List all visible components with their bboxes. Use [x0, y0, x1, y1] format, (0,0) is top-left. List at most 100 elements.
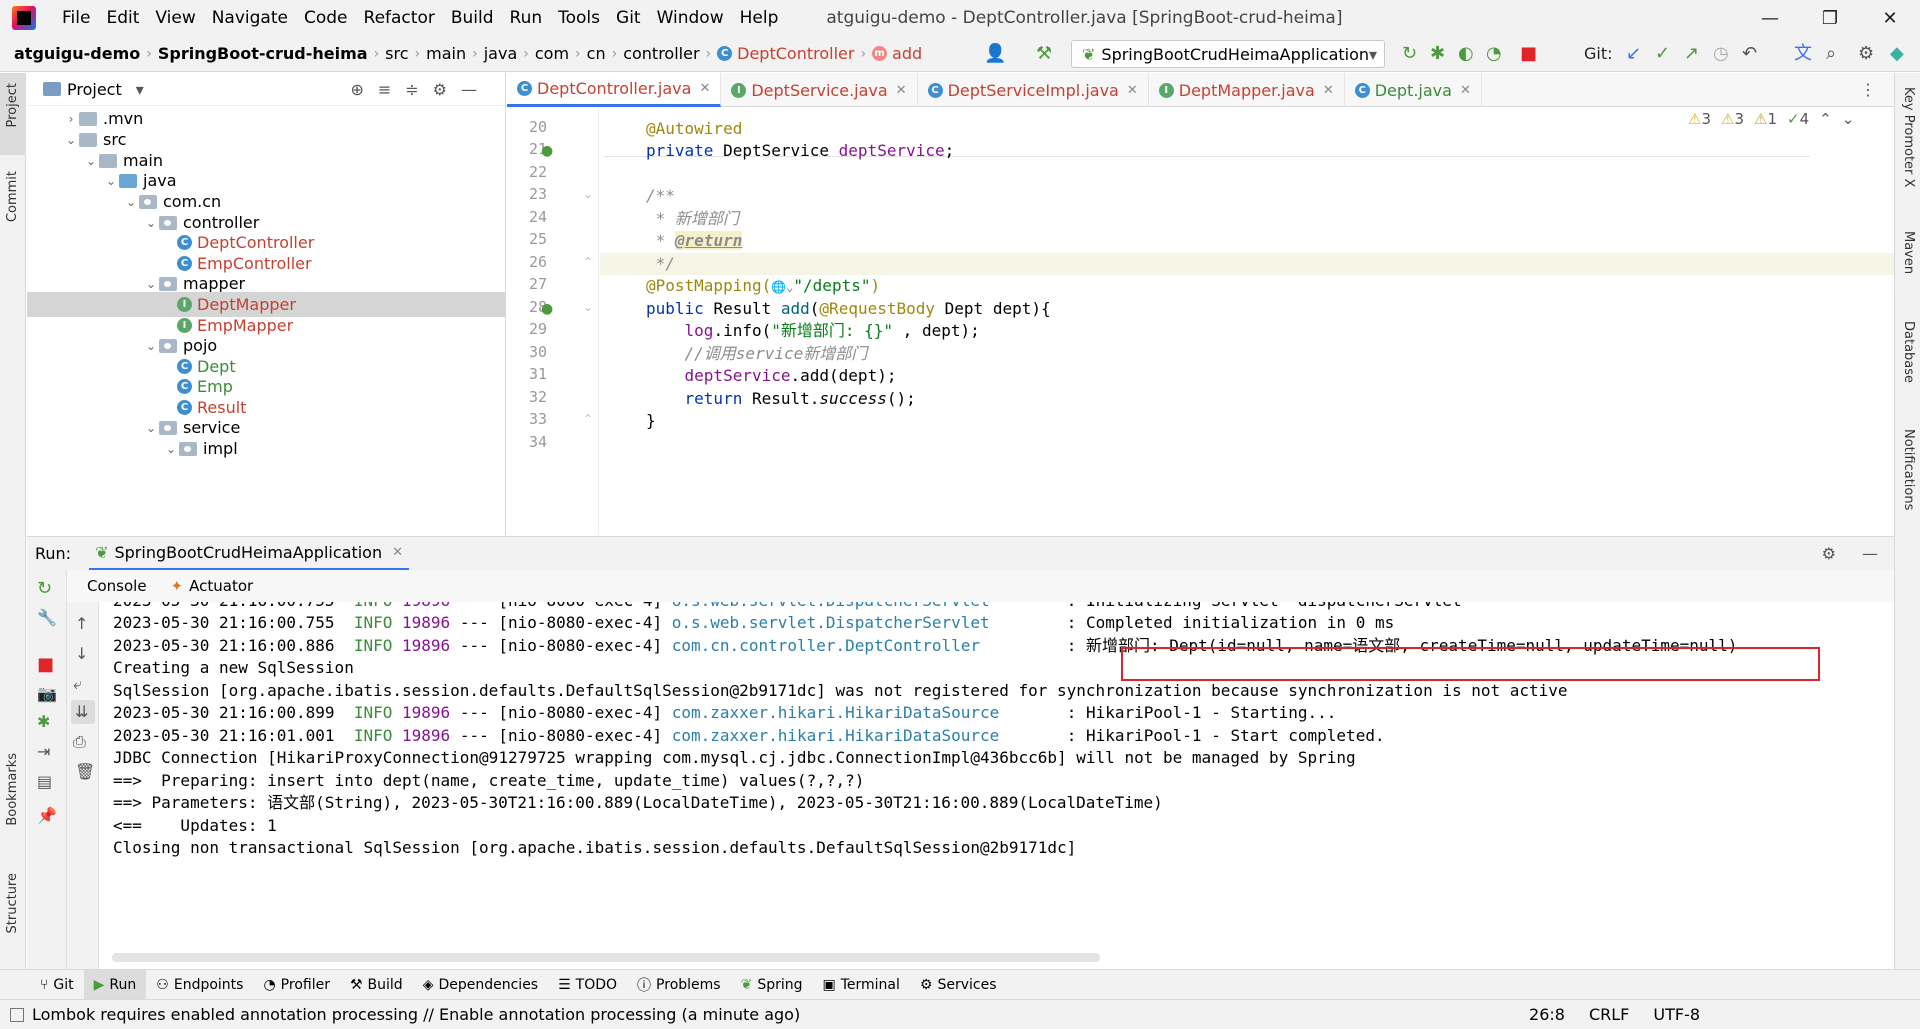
tab-deptmapper[interactable]: I DeptMapper.java ✕	[1149, 73, 1345, 107]
close-tab-icon[interactable]: ✕	[1460, 83, 1471, 98]
fold-icon[interactable]: ⌄	[583, 187, 593, 201]
panel-actions-icons[interactable]: ⊕≡≑⚙—	[350, 80, 491, 99]
tool-endpoints[interactable]: ⚇ Endpoints	[146, 970, 253, 1000]
chevron-down-icon[interactable]: ⌄	[163, 442, 179, 456]
menu-window[interactable]: Window	[649, 8, 732, 28]
arrow-up-icon[interactable]: ↑	[75, 614, 88, 633]
chevron-right-icon[interactable]: ›	[63, 112, 79, 126]
chevron-down-icon[interactable]: ⌄	[143, 277, 159, 291]
tool-run[interactable]: ▶ Run	[83, 969, 147, 1000]
stripe-notifications[interactable]: Notifications	[1901, 429, 1916, 510]
close-tab-icon[interactable]: ✕	[1127, 83, 1138, 98]
translate-icon[interactable]: 文	[1794, 44, 1812, 64]
minimize-icon[interactable]: —	[1740, 8, 1800, 29]
close-tab-icon[interactable]: ✕	[896, 83, 907, 98]
tool-build[interactable]: ⚒ Build	[340, 970, 413, 1000]
close-window-icon[interactable]: ✕	[1860, 8, 1920, 29]
stripe-project[interactable]: Project	[5, 83, 20, 127]
debug-icon[interactable]: ✱	[37, 712, 50, 731]
git-update-icon[interactable]: ↙	[1626, 44, 1641, 64]
chevron-up-icon[interactable]: ⌃	[1819, 110, 1832, 128]
breadcrumb-cn[interactable]: cn	[587, 44, 606, 63]
debug-icon[interactable]: ✱	[1430, 44, 1445, 64]
breadcrumb-method[interactable]: add	[892, 44, 922, 63]
layout-icon[interactable]: ▤	[37, 772, 52, 791]
breadcrumb-java[interactable]: java	[484, 44, 518, 63]
trash-icon[interactable]: 🗑	[75, 762, 95, 781]
close-tab-icon[interactable]: ✕	[392, 545, 403, 560]
menu-view[interactable]: View	[147, 8, 203, 28]
tool-todo[interactable]: ☰ TODO	[548, 970, 627, 1000]
maximize-icon[interactable]: ❐	[1800, 8, 1860, 29]
history-icon[interactable]: ◷	[1713, 44, 1729, 64]
breadcrumb-module[interactable]: SpringBoot-crud-heima	[158, 44, 368, 63]
settings-icon[interactable]: ⚙	[1822, 544, 1836, 563]
tab-actuator[interactable]: Actuator	[189, 577, 253, 595]
chevron-down-icon[interactable]: ⌄	[123, 195, 139, 209]
menu-git[interactable]: Git	[608, 8, 649, 28]
stripe-database[interactable]: Database	[1901, 321, 1916, 383]
stripe-key-promoter[interactable]: Key Promoter X	[1901, 87, 1916, 187]
chevron-down-icon[interactable]: ⌄	[143, 421, 159, 435]
tool-services[interactable]: ⚙ Services	[910, 970, 1007, 1000]
menu-help[interactable]: Help	[732, 8, 787, 28]
tool-spring[interactable]: ❦ Spring	[731, 970, 813, 1000]
fold-icon[interactable]: ⌃	[583, 412, 593, 426]
run-config-tab[interactable]: ❦ SpringBootCrudHeimaApplication ✕	[89, 537, 410, 571]
coverage-icon[interactable]: ◐	[1458, 44, 1474, 64]
code-editor[interactable]: @Autowired private DeptService deptServi…	[600, 107, 1894, 535]
tool-terminal[interactable]: ▣ Terminal	[813, 970, 910, 1000]
tab-deptserviceimpl[interactable]: C DeptServiceImpl.java ✕	[918, 73, 1149, 107]
chevron-down-icon[interactable]: ⌄	[1842, 110, 1855, 128]
spring-endpoint-gutter-icon[interactable]: ●	[541, 301, 553, 317]
profile-icon[interactable]: ◔	[1486, 44, 1502, 64]
rerun-icon[interactable]: ↻	[1402, 44, 1417, 64]
tool-profiler[interactable]: ◔ Profiler	[253, 970, 340, 1000]
stripe-maven[interactable]: Maven	[1901, 231, 1916, 274]
chevron-down-icon[interactable]: ⌄	[83, 154, 99, 168]
print-icon[interactable]: ⎙	[73, 732, 86, 752]
close-tab-icon[interactable]: ✕	[699, 81, 710, 96]
spring-bean-gutter-icon[interactable]: ●	[541, 143, 553, 159]
globe-icon[interactable]: 🌐⌄	[771, 280, 793, 294]
status-message[interactable]: Lombok requires enabled annotation proce…	[32, 1005, 800, 1024]
chevron-down-icon[interactable]: ⌄	[63, 133, 79, 147]
tool-dependencies[interactable]: ◈ Dependencies	[413, 970, 548, 1000]
close-tab-icon[interactable]: ✕	[1323, 83, 1334, 98]
file-encoding[interactable]: UTF-8	[1653, 1005, 1700, 1024]
tree-node-impl[interactable]: ⌄ impl	[163, 436, 238, 461]
hammer-icon[interactable]: ⚒	[1036, 44, 1052, 64]
settings-icon[interactable]: ⚙	[1858, 44, 1874, 64]
tab-deptservice[interactable]: I DeptService.java ✕	[721, 73, 918, 107]
console-horizontal-scrollbar[interactable]	[112, 953, 1100, 962]
breadcrumb-src[interactable]: src	[385, 44, 408, 63]
rerun-icon[interactable]: ↻	[37, 578, 52, 599]
toggle-tool-windows-icon[interactable]	[10, 1007, 24, 1022]
fold-icon[interactable]: ⌄	[583, 300, 593, 314]
tool-problems[interactable]: ⓘ Problems	[627, 970, 731, 1000]
breadcrumb-class[interactable]: DeptController	[737, 44, 854, 63]
pin-icon[interactable]: 📌	[37, 806, 57, 825]
git-push-icon[interactable]: ↗	[1684, 44, 1699, 64]
plugin-icon[interactable]: ◆	[1890, 44, 1904, 64]
menu-navigate[interactable]: Navigate	[204, 8, 296, 28]
rollback-icon[interactable]: ↶	[1742, 44, 1757, 64]
search-icon[interactable]: ⌕	[1826, 44, 1836, 64]
tab-dept[interactable]: C Dept.java ✕	[1345, 73, 1482, 107]
breadcrumb-com[interactable]: com	[535, 44, 569, 63]
menu-file[interactable]: File	[54, 8, 98, 28]
chevron-down-icon[interactable]: ▾	[136, 80, 144, 99]
camera-icon[interactable]: 📷	[37, 684, 57, 703]
wrench-icon[interactable]: 🔧	[37, 608, 57, 627]
stop-icon[interactable]: ■	[37, 654, 54, 675]
tool-git[interactable]: ⑂ Git	[30, 970, 84, 1000]
hide-panel-icon[interactable]: —	[1862, 544, 1878, 563]
arrow-down-icon[interactable]: ↓	[75, 644, 88, 663]
exit-icon[interactable]: ⇥	[37, 742, 50, 761]
soft-wrap-icon[interactable]: ⤶	[73, 674, 82, 694]
tab-console[interactable]: Console	[79, 577, 155, 595]
tab-deptcontroller[interactable]: C DeptController.java ✕	[507, 73, 722, 107]
chevron-down-icon[interactable]: ⌄	[143, 216, 159, 230]
breadcrumb-main[interactable]: main	[426, 44, 466, 63]
git-commit-icon[interactable]: ✓	[1655, 44, 1670, 64]
